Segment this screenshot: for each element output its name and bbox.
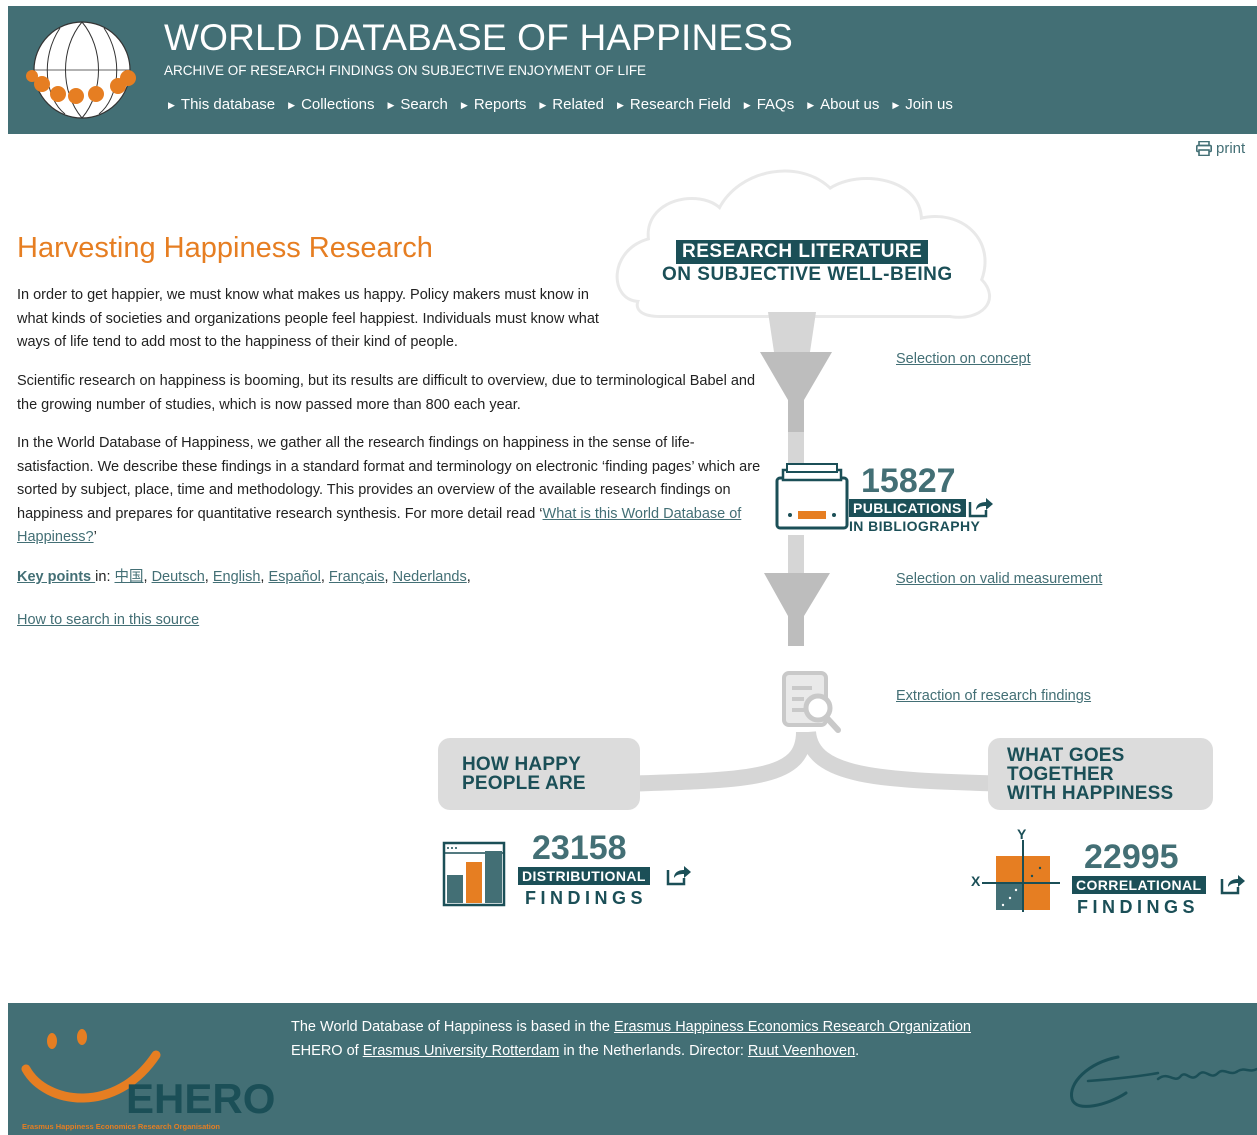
- distributional-tag: DISTRIBUTIONAL: [518, 867, 650, 885]
- distributional-sub: FINDINGS: [525, 888, 648, 908]
- nav-search[interactable]: ▶ Search: [387, 95, 447, 115]
- ehero-caption: Erasmus Happiness Economics Research Org…: [22, 1122, 220, 1131]
- lang-chinese-link[interactable]: 中国: [115, 569, 144, 585]
- caret-right-icon: ▶: [539, 100, 547, 110]
- distributional-share-icon[interactable]: [666, 864, 692, 886]
- caret-right-icon: ▶: [743, 100, 751, 110]
- caret-right-icon: ▶: [168, 100, 175, 110]
- nav-join-us[interactable]: ▶ Join us: [892, 95, 952, 115]
- lang-deutsch-link[interactable]: Deutsch: [152, 569, 205, 585]
- caret-right-icon: ▶: [807, 100, 815, 110]
- axis-y-label: Y: [1017, 826, 1027, 842]
- stem-1: [768, 312, 816, 352]
- lang-espanol-link[interactable]: Español: [268, 569, 320, 585]
- right-branch: [800, 730, 1011, 792]
- selection-on-valid-measurement-link[interactable]: Selection on valid measurement: [896, 571, 1102, 587]
- left-branch: [619, 731, 812, 792]
- correlational-tag: CORRELATIONAL: [1072, 876, 1206, 894]
- lang-francais-link[interactable]: Français: [329, 569, 385, 585]
- erasmus-university-link[interactable]: Erasmus University Rotterdam: [363, 1043, 560, 1059]
- publications-share-icon[interactable]: [968, 496, 994, 518]
- caret-right-icon: ▶: [387, 100, 395, 110]
- correlational-count: 22995: [1084, 838, 1179, 876]
- caret-right-icon: ▶: [460, 100, 468, 110]
- key-points-link[interactable]: Key points: [17, 569, 95, 585]
- extraction-of-findings-link[interactable]: Extraction of research findings: [896, 688, 1091, 704]
- site-title: WORLD DATABASE OF HAPPINESS: [164, 17, 794, 58]
- key-points: Key points in: 中国, Deutsch, English, Esp…: [17, 569, 471, 585]
- nav-research-field[interactable]: ▶ Research Field: [617, 95, 731, 115]
- nav-reports[interactable]: ▶ Reports: [461, 95, 526, 115]
- file-drawer-icon: [775, 463, 849, 530]
- nav-collections[interactable]: ▶ Collections: [288, 95, 374, 115]
- nav-about-us[interactable]: ▶ About us: [807, 95, 879, 115]
- distributional-count: 23158: [532, 829, 627, 867]
- happiness-globe-logo[interactable]: [20, 18, 144, 122]
- funnel-2-icon: [764, 573, 830, 646]
- site-footer: EHERO Erasmus Happiness Economics Resear…: [8, 1003, 1257, 1135]
- axis-x-label: X: [971, 873, 981, 889]
- cloud-title-line2: ON SUBJECTIVE WELL-BEING: [662, 264, 953, 285]
- ehero-org-link[interactable]: Erasmus Happiness Economics Research Org…: [614, 1019, 971, 1035]
- footer-line-2: EHERO of Erasmus University Rotterdam in…: [291, 1043, 860, 1059]
- caret-right-icon: ▶: [616, 100, 624, 110]
- howto-search-link[interactable]: How to search in this source: [17, 612, 199, 628]
- ehero-logo[interactable]: EHERO Erasmus Happiness Economics Resear…: [16, 1015, 286, 1133]
- stem-3: [788, 535, 804, 573]
- scatter-quadrant-icon: [982, 840, 1060, 912]
- how-happy-people-box: HOW HAPPY PEOPLE ARE: [438, 738, 640, 810]
- selection-on-concept-link[interactable]: Selection on concept: [896, 351, 1031, 367]
- caret-right-icon: ▶: [892, 100, 900, 110]
- howto-search: How to search in this source: [17, 612, 199, 628]
- nav-related[interactable]: ▶ Related: [539, 95, 604, 115]
- director-link[interactable]: Ruut Veenhoven: [748, 1043, 855, 1059]
- correlational-share-icon[interactable]: [1220, 873, 1246, 895]
- erasmus-signature-logo[interactable]: [1048, 1043, 1257, 1123]
- bar-chart-icon: [442, 841, 506, 907]
- nav-faqs[interactable]: ▶ FAQs: [744, 95, 794, 115]
- publications-sub: IN BIBLIOGRAPHY: [849, 518, 981, 534]
- main-nav: ▶ This database ▶ Collections ▶ Search ▶ Rep…: [168, 95, 966, 115]
- cloud-title-line1: RESEARCH LITERATURE: [676, 240, 929, 264]
- publications-count: 15827: [861, 462, 956, 500]
- correlational-sub: FINDINGS: [1077, 897, 1200, 917]
- research-funnel-infographic: RESEARCH LITERATURE ON SUBJECTIVE WELL-B…: [420, 140, 1257, 940]
- lang-english-link[interactable]: English: [213, 569, 261, 585]
- page-title: Harvesting Happiness Research: [17, 232, 433, 264]
- footer-text: The World Database of Happiness is based…: [291, 1015, 971, 1063]
- site-subtitle: ARCHIVE OF RESEARCH FINDINGS ON SUBJECTI…: [164, 63, 647, 78]
- publications-tag: PUBLICATIONS: [849, 499, 966, 517]
- footer-line-1: The World Database of Happiness is based…: [291, 1019, 971, 1035]
- nav-this-database[interactable]: ▶ This database: [168, 95, 275, 115]
- caret-right-icon: ▶: [288, 100, 296, 110]
- funnel-1-icon: [760, 352, 832, 432]
- site-header: WORLD DATABASE OF HAPPINESS ARCHIVE OF R…: [8, 6, 1257, 134]
- ehero-wordmark: EHERO: [126, 1075, 275, 1122]
- document-search-icon: [782, 671, 841, 733]
- what-goes-together-box: WHAT GOES TOGETHER WITH HAPPINESS: [988, 738, 1213, 810]
